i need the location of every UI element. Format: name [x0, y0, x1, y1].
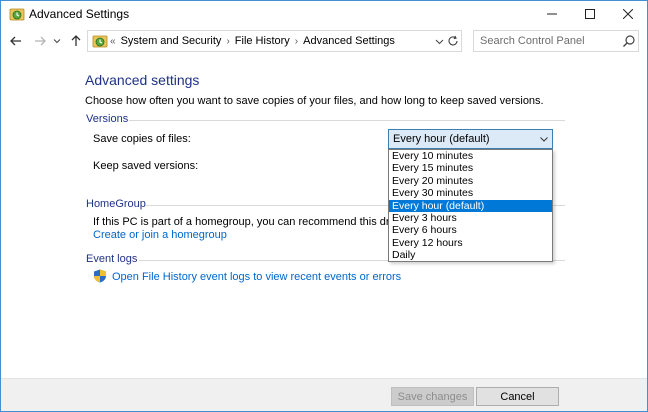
- control-panel-icon: [92, 35, 108, 48]
- cancel-button[interactable]: Cancel: [476, 387, 559, 406]
- keep-versions-label: Keep saved versions:: [93, 160, 199, 172]
- event-logs-link[interactable]: Open File History event logs to view rec…: [112, 271, 401, 283]
- breadcrumb-separator-icon[interactable]: ›: [295, 36, 298, 47]
- maximize-button[interactable]: [571, 1, 609, 27]
- shield-icon: [94, 269, 106, 283]
- breadcrumb: « System and Security › File History › A…: [110, 35, 395, 47]
- refresh-icon: [448, 35, 458, 46]
- maximize-icon: [585, 9, 595, 19]
- up-button[interactable]: [67, 31, 85, 51]
- dropdown-option[interactable]: Every 6 hours: [389, 224, 552, 236]
- address-history-button[interactable]: [433, 34, 445, 48]
- search-placeholder[interactable]: Search Control Panel: [480, 35, 585, 47]
- save-frequency-select[interactable]: Every hour (default): [388, 129, 553, 149]
- save-frequency-dropdown: Every 10 minutes Every 15 minutes Every 20…: [388, 149, 553, 262]
- dropdown-option[interactable]: Every 3 hours: [389, 212, 552, 224]
- recent-locations-button[interactable]: [51, 31, 63, 51]
- close-icon: [623, 9, 633, 19]
- breadcrumb-file-history[interactable]: File History: [235, 35, 290, 47]
- refresh-button[interactable]: [446, 33, 460, 49]
- file-history-icon: [9, 8, 25, 21]
- dropdown-option[interactable]: Every 12 hours: [389, 237, 552, 249]
- address-bar[interactable]: « System and Security › File History › A…: [87, 30, 462, 52]
- chevron-down-icon: [540, 137, 548, 142]
- breadcrumb-overflow-icon[interactable]: «: [110, 36, 116, 47]
- main-content: Advanced settings Choose how often you w…: [1, 55, 647, 378]
- breadcrumb-advanced-settings[interactable]: Advanced Settings: [303, 35, 395, 47]
- breadcrumb-separator-icon[interactable]: ›: [226, 36, 229, 47]
- minimize-icon: [547, 13, 557, 15]
- dropdown-option[interactable]: Every hour (default): [389, 199, 552, 212]
- navigation-bar: « System and Security › File History › A…: [1, 28, 647, 54]
- dropdown-option[interactable]: Daily: [389, 249, 552, 261]
- dropdown-option[interactable]: Every 15 minutes: [389, 162, 552, 174]
- breadcrumb-system-and-security[interactable]: System and Security: [121, 35, 222, 47]
- dialog-footer: Save changes Cancel: [1, 378, 647, 411]
- window-title: Advanced Settings: [29, 7, 130, 21]
- search-box[interactable]: Search Control Panel: [473, 30, 639, 52]
- save-changes-button[interactable]: Save changes: [391, 387, 474, 406]
- save-copies-label: Save copies of files:: [93, 133, 191, 145]
- back-arrow-icon: [10, 36, 21, 46]
- search-icon[interactable]: [622, 34, 636, 48]
- homegroup-text: If this PC is part of a homegroup, you c…: [93, 216, 416, 228]
- chevron-down-icon: [435, 39, 443, 44]
- dropdown-option[interactable]: Every 10 minutes: [389, 150, 552, 162]
- save-frequency-value: Every hour (default): [393, 133, 490, 145]
- dropdown-option[interactable]: Every 20 minutes: [389, 175, 552, 187]
- page-title: Advanced settings: [85, 72, 200, 88]
- event-logs-heading: Event logs: [86, 253, 138, 265]
- homegroup-heading: HomeGroup: [86, 198, 146, 210]
- versions-divider: [129, 120, 565, 121]
- page-description: Choose how often you want to save copies…: [85, 95, 544, 107]
- dropdown-option[interactable]: Every 30 minutes: [389, 187, 552, 199]
- forward-arrow-icon: [35, 36, 46, 46]
- forward-button[interactable]: [31, 31, 49, 51]
- create-homegroup-link[interactable]: Create or join a homegroup: [93, 229, 227, 241]
- back-button[interactable]: [7, 31, 25, 51]
- up-arrow-icon: [71, 35, 81, 46]
- minimize-button[interactable]: [533, 1, 571, 27]
- title-bar: Advanced Settings: [1, 1, 647, 27]
- advanced-settings-window: Advanced Settings « System and Security …: [0, 0, 648, 412]
- chevron-down-icon: [53, 39, 61, 44]
- close-button[interactable]: [609, 1, 647, 27]
- versions-heading: Versions: [86, 113, 129, 125]
